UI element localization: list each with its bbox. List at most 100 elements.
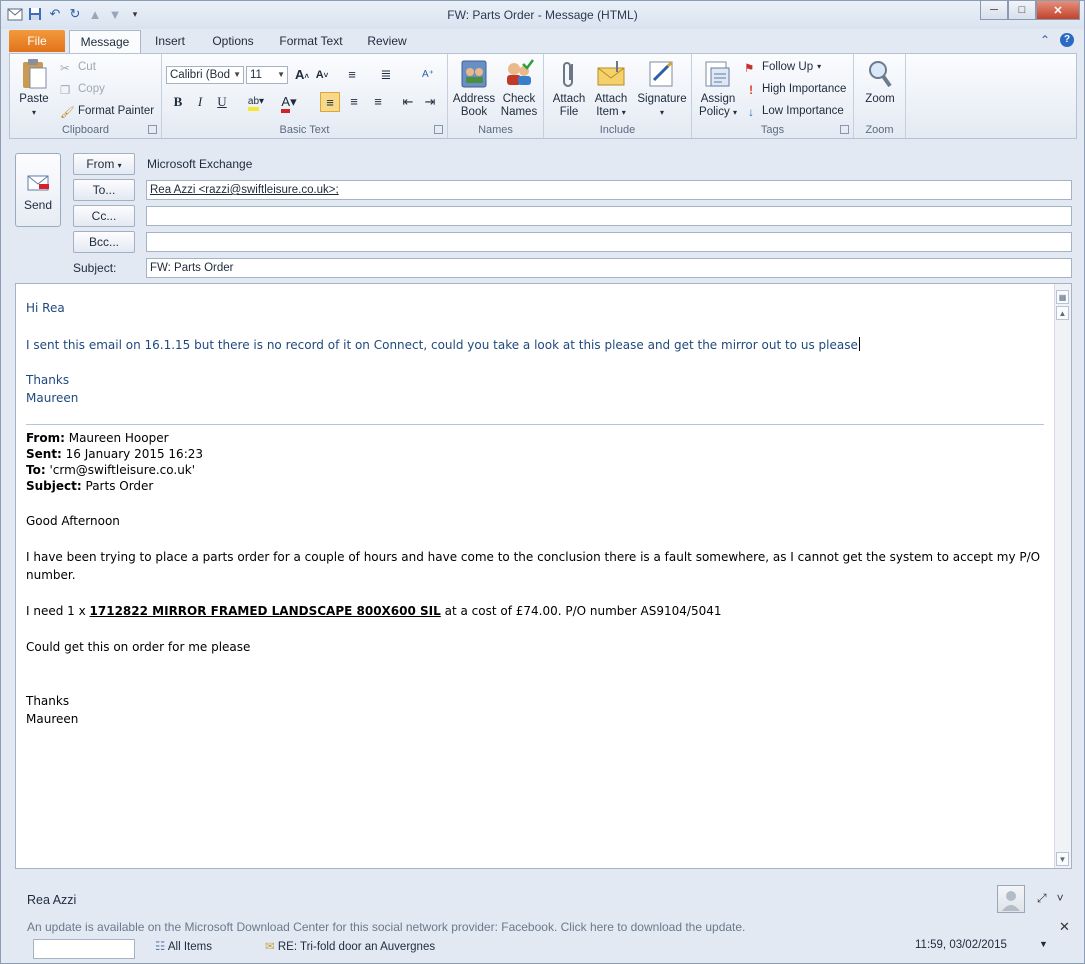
- message-body[interactable]: Hi Rea I sent this email on 16.1.15 but …: [15, 283, 1072, 869]
- close-button[interactable]: ✕: [1036, 1, 1080, 20]
- signature-dropdown-icon: ▾: [659, 108, 664, 117]
- align-center-icon[interactable]: ≡: [344, 92, 364, 112]
- ribbon-tabs: File Message Insert Options Format Text …: [1, 29, 1084, 53]
- tab-options[interactable]: Options: [205, 30, 261, 52]
- bold-icon[interactable]: B: [168, 92, 188, 112]
- basic-text-group-label: Basic Text: [279, 124, 330, 136]
- feed-dropdown-icon[interactable]: ▼: [1039, 939, 1048, 949]
- copy-button[interactable]: ❐ Copy: [60, 80, 105, 98]
- high-importance-button[interactable]: ! High Importance: [744, 80, 846, 98]
- subject-label: Subject:: [73, 261, 117, 275]
- follow-up-dropdown-icon: ▾: [817, 62, 822, 71]
- tab-review[interactable]: Review: [361, 30, 413, 52]
- tags-dialog-launcher[interactable]: [840, 125, 849, 134]
- tags-group-label: Tags: [760, 124, 785, 136]
- orig-sent-label: Sent:: [26, 447, 62, 461]
- increase-indent-icon[interactable]: ⇥: [420, 92, 440, 112]
- bcc-button[interactable]: Bcc...: [73, 231, 135, 253]
- ribbon-help-area: ⌃ ?: [1040, 33, 1074, 47]
- shrink-font-icon[interactable]: A˅: [312, 65, 332, 85]
- orig-signature: Maureen: [26, 712, 79, 726]
- high-importance-label: High Importance: [762, 83, 847, 95]
- clipboard-group-label: Clipboard: [61, 124, 110, 136]
- ribbon: Paste ▾ ✂ Cut ❐ Copy 🖌 Format Painter Cl…: [9, 53, 1077, 139]
- feed-all-items: All Items: [167, 941, 212, 953]
- zoom-button[interactable]: Zoom: [858, 58, 902, 106]
- font-color-icon[interactable]: A▾: [276, 92, 302, 113]
- attach-item-button[interactable]: Attach Item ▾: [590, 58, 632, 119]
- orig-to-row: To: 'crm@swiftleisure.co.uk': [26, 463, 195, 477]
- tab-format-text[interactable]: Format Text: [273, 30, 349, 52]
- tab-message[interactable]: Message: [69, 30, 141, 53]
- body-line1: I sent this email on 16.1.15 but there i…: [26, 338, 858, 352]
- minimize-button[interactable]: ─: [980, 1, 1008, 20]
- down-arrow-importance-icon: ↓: [748, 107, 754, 119]
- signature-button[interactable]: Signature ▾: [634, 58, 690, 119]
- send-label: Send: [23, 198, 53, 212]
- follow-up-button[interactable]: ⚑ Follow Up ▾: [744, 58, 821, 76]
- from-button[interactable]: From ▾: [73, 153, 135, 175]
- decrease-indent-icon[interactable]: ⇤: [398, 92, 418, 112]
- help-icon[interactable]: ?: [1060, 33, 1074, 47]
- orig-to-value: 'crm@swiftleisure.co.uk': [45, 463, 196, 477]
- group-basic-text: Calibri (Bod ▼ 11 ▼ A˄ A˅ ≡ ≣ A⁺ B I U a…: [162, 54, 448, 138]
- vertical-scrollbar[interactable]: ▦ ▲ ▼: [1054, 284, 1071, 868]
- underline-icon[interactable]: U: [212, 92, 232, 112]
- cc-field[interactable]: [146, 206, 1072, 226]
- collapse-ribbon-icon[interactable]: ⌃: [1040, 33, 1050, 47]
- font-name-combo[interactable]: Calibri (Bod ▼: [166, 66, 244, 84]
- social-update-notice[interactable]: An update is available on the Microsoft …: [27, 920, 745, 934]
- scroll-up-icon[interactable]: ▲: [1056, 306, 1069, 320]
- tab-insert[interactable]: Insert: [147, 30, 193, 52]
- address-book-button[interactable]: Address Book: [452, 58, 496, 119]
- maximize-button[interactable]: □: [1008, 1, 1036, 20]
- numbering-icon[interactable]: ≣: [376, 65, 396, 85]
- low-importance-button[interactable]: ↓ Low Importance: [744, 102, 844, 120]
- cc-button[interactable]: Cc...: [73, 205, 135, 227]
- include-group-label: Include: [599, 124, 636, 136]
- feed-all-items-row[interactable]: ☷ All Items: [155, 939, 212, 953]
- body-signature: Maureen: [26, 391, 79, 405]
- subject-field[interactable]: FW: Parts Order: [146, 258, 1072, 278]
- attach-file-label-2: File: [559, 106, 579, 118]
- attach-file-button[interactable]: Attach File: [548, 58, 590, 119]
- format-painter-button[interactable]: 🖌 Format Painter: [60, 102, 154, 120]
- orig-from-label: From:: [26, 431, 65, 445]
- italic-icon[interactable]: I: [190, 92, 210, 112]
- attach-item-label-1: Attach: [594, 93, 628, 105]
- send-button[interactable]: Send: [15, 153, 61, 227]
- orig-subject-value: Parts Order: [81, 479, 154, 493]
- close-notice-icon[interactable]: ✕: [1059, 919, 1070, 935]
- basic-text-dialog-launcher[interactable]: [434, 125, 443, 134]
- align-left-icon[interactable]: ≡: [320, 92, 340, 112]
- to-button[interactable]: To...: [73, 179, 135, 201]
- bullets-icon[interactable]: ≡: [342, 65, 362, 85]
- font-size-combo[interactable]: 11 ▼: [246, 66, 288, 84]
- orig-thanks: Thanks: [26, 694, 70, 708]
- to-field[interactable]: Rea Azzi <razzi@swiftleisure.co.uk>;: [146, 180, 1072, 200]
- assign-policy-button[interactable]: Assign Policy ▾: [696, 58, 740, 119]
- styles-icon[interactable]: A⁺: [418, 65, 438, 85]
- email-item-icon: ✉: [265, 941, 275, 953]
- scroll-down-icon[interactable]: ▼: [1056, 852, 1069, 866]
- ruler-toggle-icon[interactable]: ▦: [1056, 290, 1069, 304]
- people-pane-name[interactable]: Rea Azzi: [27, 893, 76, 907]
- message-header: Send From ▾ Microsoft Exchange To... Rea…: [9, 143, 1077, 283]
- assign-policy-icon: [702, 58, 734, 90]
- highlight-icon[interactable]: ab▾: [242, 92, 270, 112]
- to-recipient[interactable]: Rea Azzi <razzi@swiftleisure.co.uk>;: [150, 184, 339, 196]
- check-names-button[interactable]: Check Names: [498, 58, 540, 119]
- avatar: [997, 885, 1025, 913]
- tab-file[interactable]: File: [9, 30, 65, 52]
- assign-policy-label-1: Assign: [700, 93, 736, 105]
- expand-pane-icon[interactable]: ⤢: [1037, 891, 1047, 906]
- send-icon: [25, 174, 51, 192]
- collapse-pane-icon[interactable]: ˅: [1057, 891, 1064, 906]
- align-right-icon[interactable]: ≡: [368, 92, 388, 112]
- paste-button[interactable]: Paste ▾: [14, 58, 54, 119]
- grow-font-icon[interactable]: A˄: [292, 65, 312, 85]
- feed-item-row[interactable]: ✉ RE: Tri-fold door an Auvergnes: [265, 939, 435, 953]
- bcc-field[interactable]: [146, 232, 1072, 252]
- cut-button[interactable]: ✂ Cut: [60, 58, 96, 76]
- clipboard-dialog-launcher[interactable]: [148, 125, 157, 134]
